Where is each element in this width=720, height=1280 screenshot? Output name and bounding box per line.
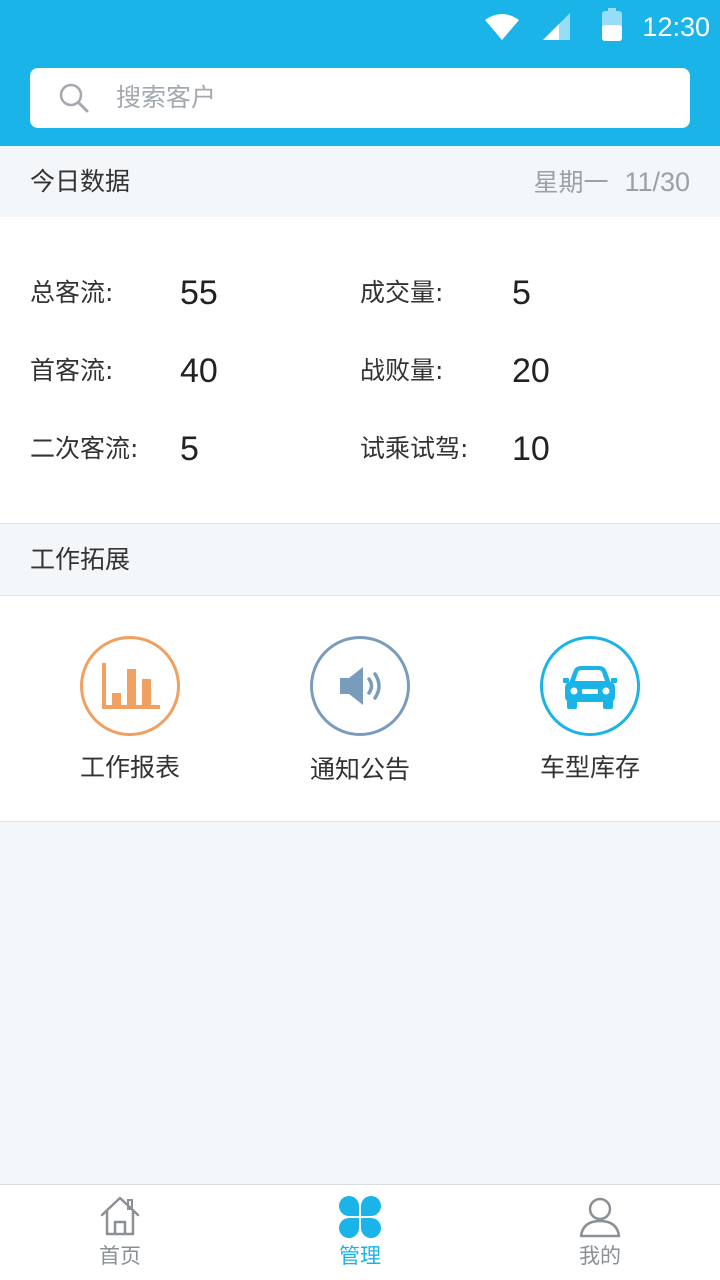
work-report-button[interactable]: 工作报表 (30, 636, 230, 796)
stat-value: 40 (180, 352, 218, 390)
notice-icon-circle (310, 636, 410, 736)
stat-label: 首客流: (30, 356, 114, 385)
stat-value: 55 (180, 274, 218, 312)
stat-label: 二次客流: (30, 434, 139, 463)
search-input[interactable]: 搜索客户 (30, 68, 690, 128)
status-bar: 12:30 (0, 0, 720, 54)
notice-label: 通知公告 (309, 755, 410, 784)
stat-label: 总客流: (30, 278, 114, 307)
status-time: 12:30 (642, 12, 710, 42)
tab-manage-label: 管理 (339, 1244, 381, 1268)
app-header: 12:30 搜索客户 (0, 0, 720, 146)
stat-value: 5 (180, 430, 199, 468)
stat-label: 战败量: (360, 356, 444, 385)
user-icon (579, 1197, 621, 1238)
stat-label: 成交量: (360, 278, 444, 307)
clover-grid-icon (339, 1196, 381, 1238)
battery-icon (602, 8, 622, 41)
stat-value: 20 (512, 352, 550, 390)
stat-value: 10 (512, 430, 550, 468)
speaker-icon (340, 667, 381, 705)
today-date: 星期一 11/30 (534, 164, 690, 201)
tab-mine-label: 我的 (579, 1244, 621, 1268)
today-title: 今日数据 (30, 167, 131, 196)
today-section-header: 今日数据 星期一 11/30 (0, 146, 720, 218)
stat-value: 5 (512, 274, 531, 312)
work-title: 工作拓展 (30, 545, 131, 574)
car-stock-button[interactable]: 车型库存 (490, 636, 690, 796)
wifi-icon (485, 14, 519, 40)
car-icon (563, 666, 617, 709)
car-stock-icon-circle (540, 636, 640, 736)
search-placeholder: 搜索客户 (116, 83, 217, 112)
tab-mine[interactable]: 我的 (480, 1185, 720, 1280)
today-date-value: 11/30 (624, 167, 690, 197)
tab-home-label: 首页 (99, 1244, 141, 1268)
today-stats: 总客流: 55 成交量: 5 首客流: 40 战败量: 20 二次客流: 5 试… (0, 217, 720, 524)
bottom-tab-bar: 首页 管理 我的 (0, 1184, 720, 1280)
bar-chart-icon (102, 663, 160, 709)
signal-icon (543, 13, 570, 40)
car-stock-label: 车型库存 (539, 753, 640, 782)
work-report-icon-circle (80, 636, 180, 736)
home-icon (100, 1196, 140, 1236)
work-report-label: 工作报表 (79, 753, 180, 782)
stat-label: 试乘试驾: (360, 434, 469, 463)
search-icon (59, 83, 89, 113)
today-weekday: 星期一 (533, 168, 609, 197)
work-tools: 工作报表 通知公告 车型库存 (0, 596, 720, 822)
tab-home[interactable]: 首页 (0, 1185, 240, 1280)
tab-manage[interactable]: 管理 (240, 1185, 480, 1280)
work-section-header: 工作拓展 (0, 524, 720, 596)
notice-button[interactable]: 通知公告 (260, 636, 460, 796)
